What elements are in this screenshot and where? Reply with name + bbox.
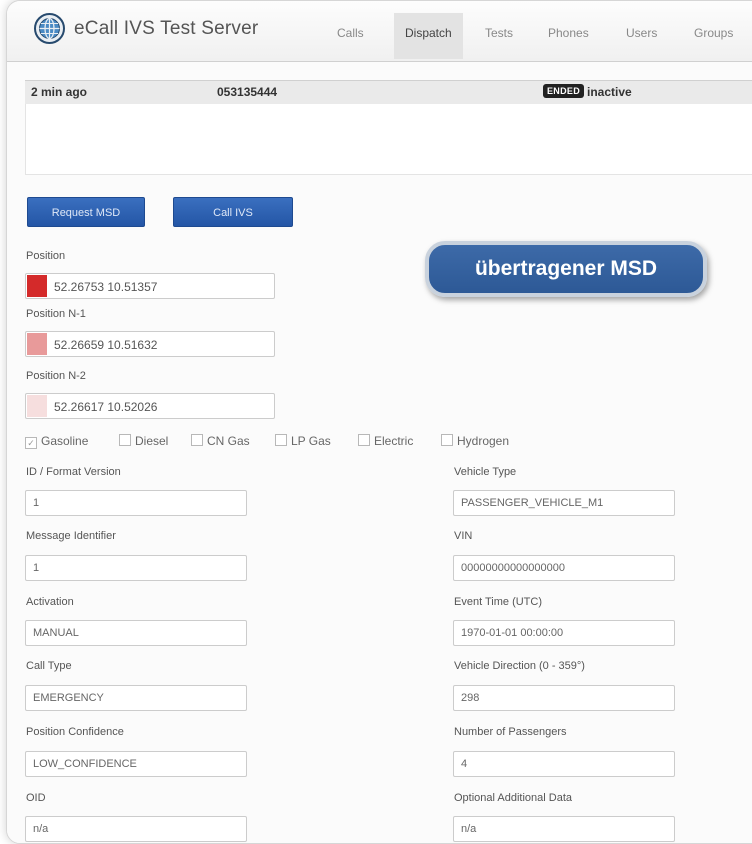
fuel-cngas-checkbox[interactable]: CN Gas <box>191 434 250 448</box>
call-summary-row[interactable]: 2 min ago 053135444 ENDED inactive <box>25 80 752 105</box>
position-n1-field[interactable]: 52.26659 10.51632 <box>25 331 275 357</box>
fuel-electric-label: Electric <box>374 434 414 448</box>
activation-field[interactable]: MANUAL <box>25 620 247 646</box>
position-n2-color-swatch <box>27 395 47 417</box>
position-confidence-label: Position Confidence <box>26 726 124 738</box>
app-window: eCall IVS Test Server Calls Dispatch Tes… <box>6 0 752 844</box>
tab-phones[interactable]: Phones <box>548 26 589 40</box>
checkbox-icon <box>275 434 287 446</box>
message-identifier-field[interactable]: 1 <box>25 555 247 581</box>
checkbox-checked-icon: ✓ <box>25 437 37 449</box>
call-detail-box <box>25 104 752 175</box>
additional-data-value: n/a <box>461 823 477 835</box>
vin-value: 00000000000000000 <box>461 562 566 574</box>
passengers-field[interactable]: 4 <box>453 751 675 777</box>
fuel-electric-checkbox[interactable]: Electric <box>358 434 413 448</box>
event-time-label: Event Time (UTC) <box>454 596 543 608</box>
request-msd-button[interactable]: Request MSD <box>27 197 145 227</box>
msd-callout: übertragener MSD <box>425 241 707 297</box>
position-confidence-field[interactable]: LOW_CONFIDENCE <box>25 751 247 777</box>
passengers-value: 4 <box>461 758 468 770</box>
dispatch-panel: 2 min ago 053135444 ENDED inactive Reque… <box>7 62 752 843</box>
vin-label: VIN <box>454 530 473 542</box>
event-time-field[interactable]: 1970-01-01 00:00:00 <box>453 620 675 646</box>
vehicle-type-label: Vehicle Type <box>454 466 517 478</box>
status-badge: ENDED <box>543 84 585 98</box>
position-label: Position <box>26 250 66 262</box>
position-n2-value: 52.26617 10.52026 <box>54 400 158 414</box>
position-value: 52.26753 10.51357 <box>54 280 158 294</box>
oid-value: n/a <box>33 823 49 835</box>
fuel-hydrogen-label: Hydrogen <box>457 434 510 448</box>
position-n2-label: Position N-2 <box>26 370 86 382</box>
call-ivs-button[interactable]: Call IVS <box>173 197 293 227</box>
vin-field[interactable]: 00000000000000000 <box>453 555 675 581</box>
fuel-cngas-label: CN Gas <box>207 434 250 448</box>
message-identifier-label: Message Identifier <box>26 530 116 542</box>
tab-dispatch[interactable]: Dispatch <box>394 13 463 59</box>
message-identifier-value: 1 <box>33 562 40 574</box>
passengers-label: Number of Passengers <box>454 726 567 738</box>
position-n2-field[interactable]: 52.26617 10.52026 <box>25 393 275 419</box>
fuel-diesel-label: Diesel <box>135 434 169 448</box>
format-version-value: 1 <box>33 497 40 509</box>
tab-tests[interactable]: Tests <box>485 26 513 40</box>
vehicle-type-field[interactable]: PASSENGER_VEHICLE_M1 <box>453 490 675 516</box>
position-n1-value: 52.26659 10.51632 <box>54 338 158 352</box>
format-version-field[interactable]: 1 <box>25 490 247 516</box>
call-type-label: Call Type <box>26 660 72 672</box>
position-confidence-value: LOW_CONFIDENCE <box>33 758 137 770</box>
tab-users[interactable]: Users <box>626 26 657 40</box>
vehicle-type-value: PASSENGER_VEHICLE_M1 <box>461 497 604 509</box>
checkbox-icon <box>191 434 203 446</box>
call-status: inactive <box>587 85 632 99</box>
fuel-gasoline-checkbox[interactable]: ✓ Gasoline <box>25 434 88 449</box>
position-color-swatch <box>27 275 47 297</box>
fuel-hydrogen-checkbox[interactable]: Hydrogen <box>441 434 509 448</box>
position-n1-label: Position N-1 <box>26 308 86 320</box>
activation-label: Activation <box>26 596 74 608</box>
additional-data-field[interactable]: n/a <box>453 816 675 842</box>
fuel-lpgas-checkbox[interactable]: LP Gas <box>275 434 331 448</box>
vehicle-direction-value: 298 <box>461 692 480 704</box>
globe-logo-icon <box>34 13 65 44</box>
fuel-gasoline-label: Gasoline <box>41 434 89 448</box>
app-title[interactable]: eCall IVS Test Server <box>74 18 258 40</box>
vehicle-direction-label: Vehicle Direction (0 - 359°) <box>454 660 585 672</box>
fuel-diesel-checkbox[interactable]: Diesel <box>119 434 168 448</box>
oid-label: OID <box>26 792 46 804</box>
checkbox-icon <box>358 434 370 446</box>
call-time: 2 min ago <box>31 85 88 99</box>
tab-groups[interactable]: Groups <box>694 26 733 40</box>
oid-field[interactable]: n/a <box>25 816 247 842</box>
position-field[interactable]: 52.26753 10.51357 <box>25 273 275 299</box>
position-n1-color-swatch <box>27 333 47 355</box>
vehicle-direction-field[interactable]: 298 <box>453 685 675 711</box>
tab-calls[interactable]: Calls <box>337 26 364 40</box>
checkbox-icon <box>441 434 453 446</box>
checkbox-icon <box>119 434 131 446</box>
event-time-value: 1970-01-01 00:00:00 <box>461 627 564 639</box>
additional-data-label: Optional Additional Data <box>454 792 573 804</box>
fuel-lpgas-label: LP Gas <box>291 434 331 448</box>
call-type-value: EMERGENCY <box>33 692 104 704</box>
call-number: 053135444 <box>217 85 278 99</box>
top-navbar: eCall IVS Test Server Calls Dispatch Tes… <box>7 1 752 62</box>
format-version-label: ID / Format Version <box>26 466 121 478</box>
call-type-field[interactable]: EMERGENCY <box>25 685 247 711</box>
activation-value: MANUAL <box>33 627 79 639</box>
